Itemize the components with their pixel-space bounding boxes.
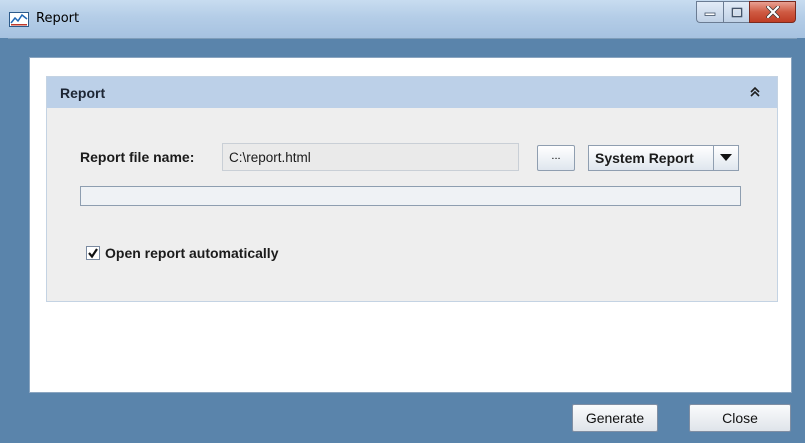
minimize-icon — [704, 12, 716, 16]
report-file-name-input[interactable]: C:\report.html — [222, 143, 519, 171]
close-icon — [765, 6, 780, 18]
title-bar[interactable]: Report — [0, 0, 805, 39]
caption-buttons — [696, 1, 796, 23]
double-chevron-up-icon[interactable] — [748, 84, 762, 100]
minimize-button[interactable] — [696, 1, 723, 23]
open-automatically-label[interactable]: Open report automatically — [105, 245, 278, 261]
panel-title: Report — [60, 85, 106, 101]
close-button[interactable]: Close — [689, 404, 791, 432]
maximize-icon — [731, 7, 742, 17]
dialog-content: Report Report file name: C:\report.html … — [29, 57, 792, 393]
report-type-dropdown[interactable]: System Report — [588, 145, 739, 171]
window-title: Report — [36, 11, 80, 26]
check-icon — [88, 248, 98, 259]
open-automatically-checkbox[interactable] — [86, 246, 100, 260]
browse-button[interactable]: ... — [537, 145, 575, 171]
app-report-icon — [9, 12, 29, 27]
progress-bar — [80, 186, 741, 206]
chevron-down-icon — [720, 154, 732, 161]
window-frame-left — [0, 38, 8, 443]
report-file-name-label: Report file name: — [80, 149, 195, 165]
report-type-selected: System Report — [589, 146, 714, 170]
generate-button[interactable]: Generate — [572, 404, 658, 432]
window-frame-right — [797, 38, 805, 443]
report-panel: Report Report file name: C:\report.html … — [46, 76, 778, 302]
window-close-button[interactable] — [749, 1, 796, 23]
dropdown-arrow-button[interactable] — [714, 146, 738, 170]
panel-header[interactable]: Report — [47, 77, 777, 108]
maximize-button[interactable] — [723, 1, 749, 23]
